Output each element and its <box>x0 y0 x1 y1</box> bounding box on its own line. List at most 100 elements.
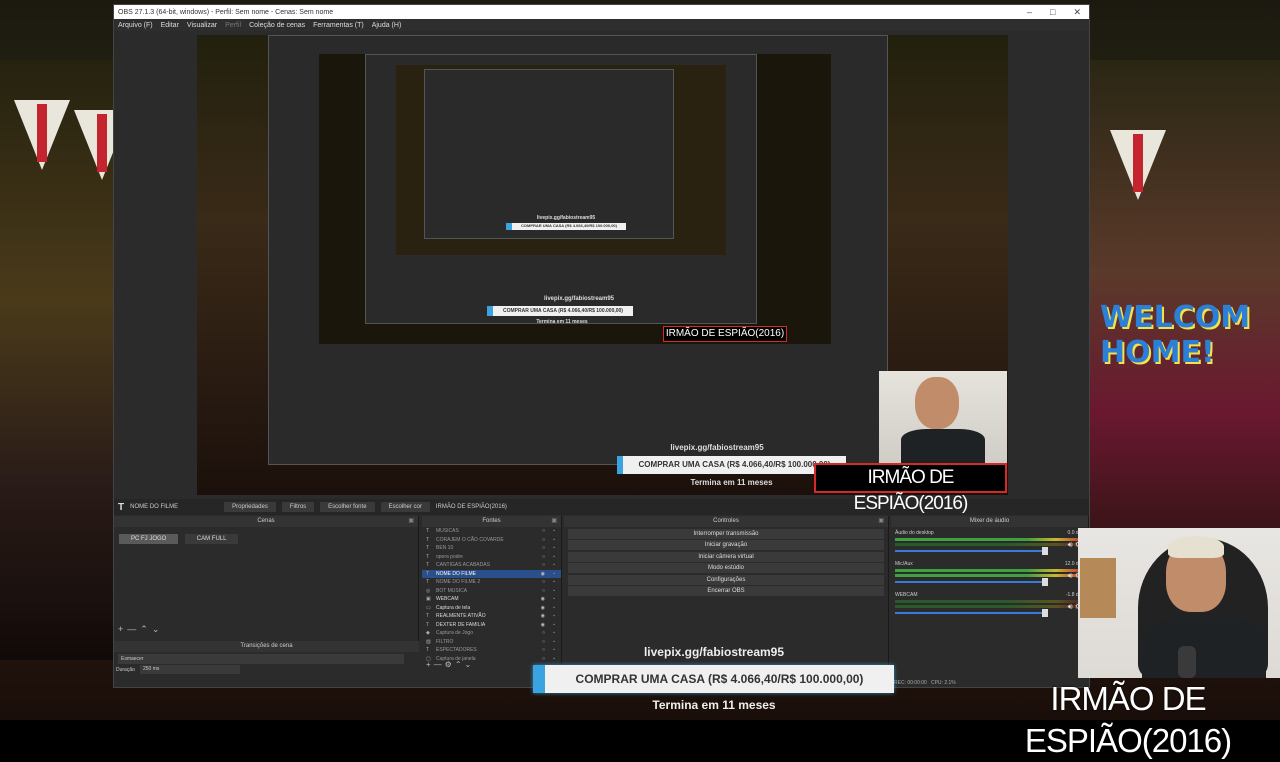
volume-slider[interactable] <box>895 547 1048 555</box>
bunting-flag <box>14 100 70 170</box>
close-button[interactable]: ✕ <box>1073 7 1081 18</box>
source-item[interactable]: T NOME DO FILME ◉ ▪ <box>422 569 561 579</box>
stop-streaming-button[interactable]: Interromper transmissão <box>568 528 884 539</box>
menu-scene-collection[interactable]: Coleção de cenas <box>249 22 305 29</box>
lock-icon[interactable]: ▪ <box>553 646 555 655</box>
settings-button[interactable]: Configurações <box>568 574 884 585</box>
menu-help[interactable]: Ajuda (H) <box>372 22 402 29</box>
move-up-icon[interactable]: ⌃ <box>140 624 152 634</box>
lock-icon[interactable]: ▪ <box>553 621 555 630</box>
menu-bar: Arquivo (F) Editar Visualizar Perfil Col… <box>114 19 1089 31</box>
source-item[interactable]: T CANTIGAS ACABADAS ○ ▪ <box>422 561 561 570</box>
scene-pc-fj-jogo[interactable]: PC FJ JOGO <box>119 534 179 544</box>
eye-icon[interactable]: ○ <box>542 544 545 553</box>
lock-icon[interactable]: ▪ <box>553 638 555 647</box>
studio-mode-button[interactable]: Modo estúdio <box>568 563 884 573</box>
add-scene-icon[interactable]: + <box>118 624 127 634</box>
source-item[interactable]: Topera podre ○ ▪ <box>422 553 561 562</box>
source-label: BEN 10 <box>436 545 454 551</box>
gear-icon[interactable]: ⚙ <box>445 660 455 669</box>
eye-icon[interactable]: ○ <box>542 578 545 587</box>
eye-icon[interactable]: ◉ <box>541 570 545 579</box>
source-item[interactable]: T MUSICAS ○ ▪ <box>422 527 561 536</box>
eye-icon[interactable]: ◉ <box>541 621 545 630</box>
obs-window: OBS 27.1.3 (64-bit, windows) - Perfil: S… <box>113 4 1090 688</box>
source-item[interactable]: T CORAJEM O CÃO COVARDE ○ ▪ <box>422 536 561 545</box>
add-source-icon[interactable]: + <box>426 660 434 669</box>
lock-icon[interactable]: ▪ <box>553 561 555 570</box>
source-item[interactable]: ▣ WEBCAM ◉ ▪ <box>422 595 561 604</box>
filters-button[interactable]: Filtros <box>281 502 315 512</box>
start-virtual-camera-button[interactable]: Iniciar câmera virtual <box>568 551 884 562</box>
choose-color-button[interactable]: Escolher cor <box>380 502 430 512</box>
menu-edit[interactable]: Editar <box>161 22 179 29</box>
source-label: DEXTER DE FAMILIA <box>436 621 486 628</box>
move-down-icon[interactable]: ⌄ <box>465 660 475 669</box>
maximize-button[interactable]: □ <box>1050 7 1055 18</box>
source-item[interactable]: T ESPECTADORES ○ ▪ <box>422 646 561 655</box>
properties-button[interactable]: Propriedades <box>224 502 276 512</box>
source-item[interactable]: T BEN 10 ○ ▪ <box>422 544 561 553</box>
eye-icon[interactable]: ○ <box>542 527 545 536</box>
eye-icon[interactable]: ○ <box>542 561 545 570</box>
preview-canvas[interactable]: livepix.gg/fabiostream95 COMPRAR UMA CAS… <box>197 35 1008 495</box>
menu-tools[interactable]: Ferramentas (T) <box>313 22 364 29</box>
remove-source-icon[interactable]: — <box>434 660 445 669</box>
lock-icon[interactable]: ▪ <box>553 544 555 553</box>
volume-slider[interactable] <box>895 578 1048 586</box>
duration-field[interactable]: 250 ms <box>140 665 240 674</box>
eye-icon[interactable]: ○ <box>542 587 545 596</box>
text-icon: T <box>426 647 430 653</box>
minimize-button[interactable]: – <box>1027 7 1032 18</box>
choose-font-button[interactable]: Escolher fonte <box>320 502 375 512</box>
cpu-usage: CPU: 2.1% <box>930 680 956 686</box>
lock-icon[interactable]: ▪ <box>553 570 555 579</box>
dock-pin-icon[interactable]: ▣ <box>408 516 414 527</box>
lock-icon[interactable]: ▪ <box>553 629 555 638</box>
lock-icon[interactable]: ▪ <box>553 612 555 621</box>
source-item[interactable]: ▭ Captura de tela ◉ ▪ <box>422 604 561 613</box>
menu-profile[interactable]: Perfil <box>225 22 241 29</box>
lock-icon[interactable]: ▪ <box>553 578 555 587</box>
exit-button[interactable]: Encerrar OBS <box>568 586 884 596</box>
lock-icon[interactable]: ▪ <box>553 655 555 664</box>
text-value-field[interactable]: IRMÃO DE ESPIÃO(2016) <box>436 504 507 510</box>
source-item[interactable]: ◎ BOT MUSICA ○ ▪ <box>422 587 561 596</box>
sources-actions: +—⚙⌃⌄ <box>426 660 474 669</box>
eye-icon[interactable]: ○ <box>542 646 545 655</box>
remove-scene-icon[interactable]: — <box>127 624 140 634</box>
eye-icon[interactable]: ○ <box>542 655 545 664</box>
source-item[interactable]: ◆ Captura de Jogo ○ ▪ <box>422 629 561 638</box>
source-item[interactable]: T NOME DO FILME 2 ○ ▪ <box>422 578 561 587</box>
eye-icon[interactable]: ○ <box>542 553 545 562</box>
lock-icon[interactable]: ▪ <box>553 587 555 596</box>
audio-mixer-dock: Mixer de áudio Áudio do desktop 0.0 dB 🔊… <box>891 516 1089 671</box>
eye-icon[interactable]: ○ <box>542 638 545 647</box>
text-icon: T <box>426 553 430 560</box>
menu-file[interactable]: Arquivo (F) <box>118 22 153 29</box>
lock-icon[interactable]: ▪ <box>553 527 555 536</box>
preview-webcam-face <box>915 377 959 429</box>
scene-cam-full[interactable]: CAM FULL <box>184 534 239 544</box>
lock-icon[interactable]: ▪ <box>553 536 555 545</box>
lock-icon[interactable]: ▪ <box>553 604 555 613</box>
eye-icon[interactable]: ◉ <box>541 604 545 613</box>
move-up-icon[interactable]: ⌃ <box>455 660 465 669</box>
menu-view[interactable]: Visualizar <box>187 22 217 29</box>
eye-icon[interactable]: ○ <box>542 629 545 638</box>
volume-meter <box>895 605 1084 608</box>
eye-icon[interactable]: ○ <box>542 536 545 545</box>
transition-select[interactable]: Esmaecer <box>118 654 404 664</box>
source-item[interactable]: ▨ FILTRO ○ ▪ <box>422 638 561 647</box>
source-item[interactable]: T DEXTER DE FAMILIA ◉ ▪ <box>422 621 561 630</box>
eye-icon[interactable]: ◉ <box>541 612 545 621</box>
source-label: CANTIGAS ACABADAS <box>436 562 490 568</box>
move-down-icon[interactable]: ⌄ <box>152 624 164 634</box>
eye-icon[interactable]: ◉ <box>541 595 545 604</box>
start-recording-button[interactable]: Iniciar gravação <box>568 540 884 550</box>
lock-icon[interactable]: ▪ <box>553 553 555 562</box>
lock-icon[interactable]: ▪ <box>553 595 555 604</box>
source-item[interactable]: T REALMENTE ATIVÃO ◉ ▪ <box>422 612 561 621</box>
volume-slider[interactable] <box>895 609 1048 617</box>
preview-livepix: livepix.gg/fabiostream95 <box>670 443 764 452</box>
